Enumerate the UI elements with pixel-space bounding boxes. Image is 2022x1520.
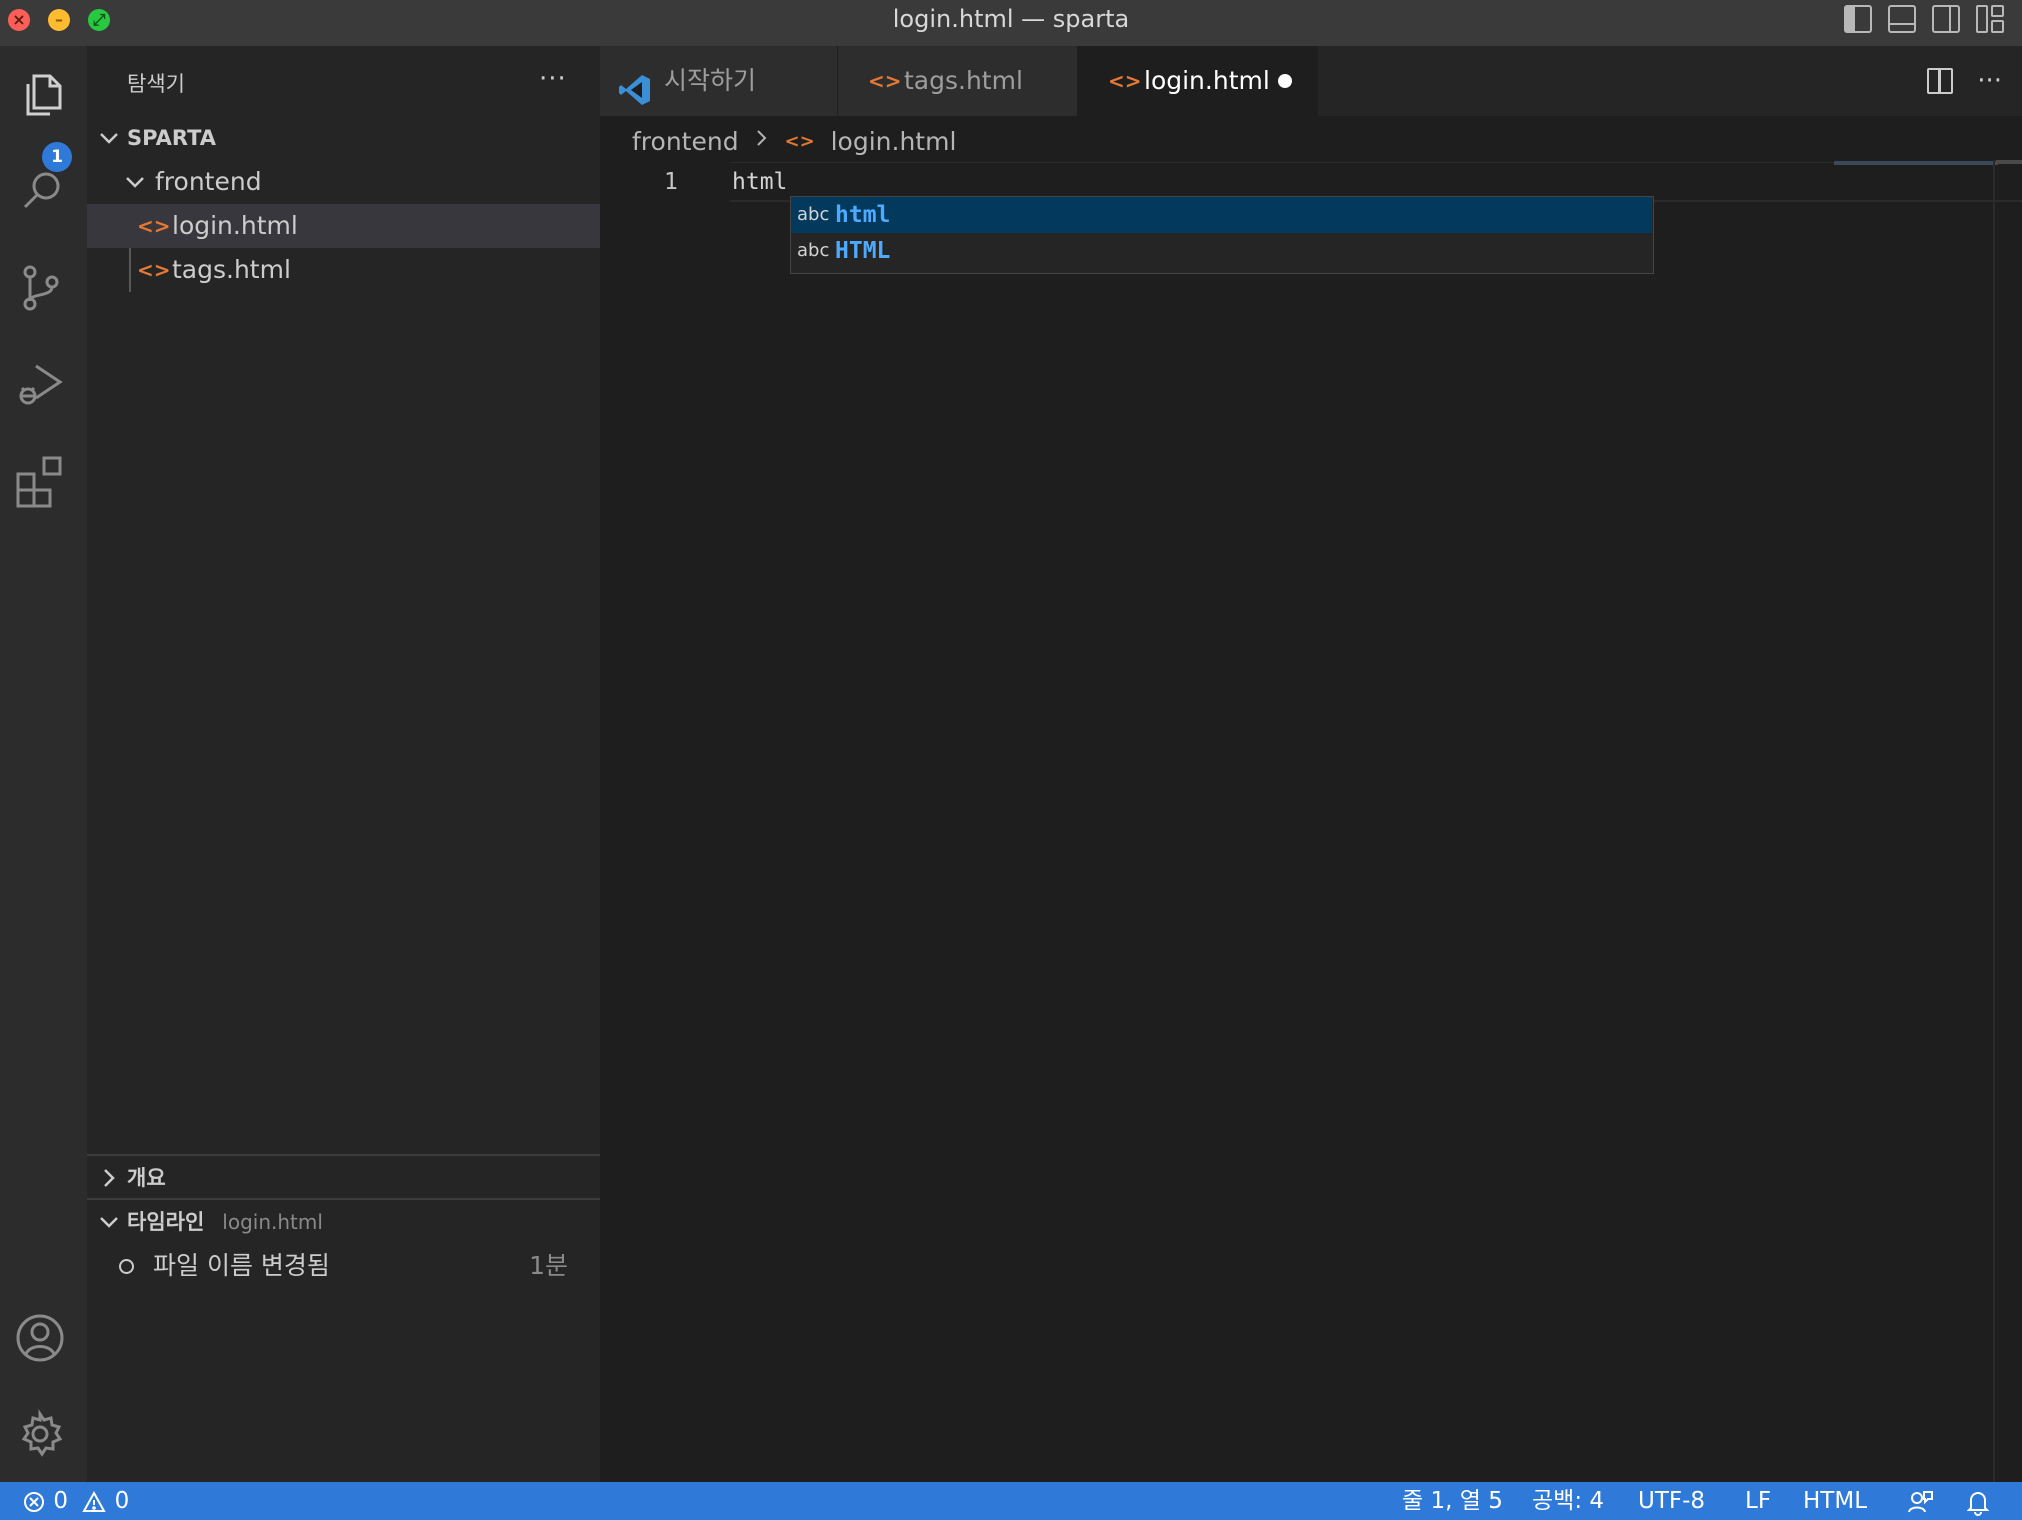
run-debug-icon[interactable] (14, 356, 70, 412)
file-row-login[interactable]: <> login.html (87, 204, 600, 248)
indentation-status[interactable]: 공백: 4 (1532, 1482, 1604, 1520)
file-name: login.html (172, 211, 298, 240)
outline-section-header[interactable]: 개요 (87, 1154, 600, 1198)
search-icon[interactable] (14, 164, 70, 220)
chevron-down-icon (123, 160, 147, 204)
error-count: 0 (53, 1488, 68, 1514)
tab-getting-started[interactable]: 시작하기 (600, 46, 838, 116)
breadcrumb-file[interactable]: login.html (831, 125, 957, 159)
toggle-panel-icon[interactable] (1888, 5, 1916, 33)
suggestion-item[interactable]: abc html (791, 197, 1652, 233)
explorer-sidebar: 탐색기 ··· SPARTA frontend <> login.html <>… (87, 46, 600, 1482)
tab-tags-html[interactable]: <> tags.html (838, 46, 1078, 116)
html-file-icon: <> (784, 131, 815, 152)
html-file-icon: <> (1108, 69, 1142, 93)
circle-icon (119, 1259, 134, 1274)
cursor-position[interactable]: 줄 1, 열 5 (1402, 1482, 1503, 1520)
editor-more-actions-button[interactable]: ··· (1977, 66, 2002, 96)
explorer-icon[interactable] (14, 66, 70, 122)
folder-name: frontend (155, 167, 262, 196)
status-bar: 0 0 줄 1, 열 5 공백: 4 UTF-8 LF HTML (0, 1482, 2022, 1520)
file-name: tags.html (172, 255, 291, 284)
error-icon (24, 1491, 44, 1512)
suggestion-label: html (835, 202, 891, 228)
breadcrumb: frontend <> login.html (632, 124, 956, 158)
toggle-secondary-sidebar-icon[interactable] (1932, 5, 1960, 33)
workspace-root-row[interactable]: SPARTA (87, 116, 600, 160)
html-file-icon: <> (137, 258, 171, 282)
title-bar: × – ⤢ login.html — sparta (0, 0, 2022, 46)
text-kind-icon: abc (797, 204, 830, 225)
vertical-scrollbar-thumb[interactable] (1996, 160, 2022, 164)
notifications-bell-icon[interactable] (1964, 1482, 1992, 1520)
tab-label: tags.html (904, 66, 1023, 95)
activity-bar: 1 (0, 46, 87, 1482)
chevron-down-icon (97, 116, 121, 160)
tab-label: 시작하기 (664, 66, 757, 95)
timeline-file: login.html (222, 1210, 323, 1234)
outline-label: 개요 (127, 1166, 166, 1190)
breadcrumb-folder[interactable]: frontend (632, 125, 739, 159)
folder-row-frontend[interactable]: frontend (87, 160, 600, 204)
suggest-widget: abc html abc HTML (790, 196, 1654, 274)
chevron-down-icon (97, 1200, 121, 1244)
sidebar-more-actions-button[interactable]: ··· (539, 64, 567, 94)
line-number: 1 (664, 169, 678, 195)
timeline-entry-time: 1분 (529, 1251, 568, 1280)
customize-layout-icon[interactable] (1976, 5, 2004, 33)
timeline-section-header[interactable]: 타임라인 login.html (87, 1198, 600, 1242)
split-editor-icon[interactable] (1927, 68, 1954, 94)
minimap-viewport[interactable] (1834, 161, 1998, 165)
source-control-icon[interactable] (14, 260, 70, 316)
timeline-label: 타임라인 (127, 1210, 205, 1234)
vertical-scrollbar-track[interactable] (1993, 160, 1995, 1482)
account-icon[interactable] (14, 1310, 70, 1366)
layout-controls (1844, 5, 2004, 33)
warning-count: 0 (114, 1488, 130, 1514)
sidebar-title: 탐색기 (127, 72, 185, 96)
workspace-name: SPARTA (127, 126, 217, 150)
settings-gear-icon[interactable] (14, 1406, 70, 1462)
file-row-tags[interactable]: <> tags.html (87, 248, 600, 292)
tab-label: login.html (1144, 66, 1270, 95)
tab-login-html[interactable]: <> login.html (1078, 46, 1318, 116)
editor-area: 시작하기 <> tags.html <> login.html ··· fron… (600, 46, 2022, 1482)
eol-status[interactable]: LF (1745, 1482, 1771, 1520)
editor-actions: ··· (1927, 66, 2002, 96)
suggestion-item[interactable]: abc HTML (791, 233, 1652, 269)
tab-bar: 시작하기 <> tags.html <> login.html ··· (600, 46, 2022, 116)
toggle-primary-sidebar-icon[interactable] (1844, 5, 1872, 33)
suggestion-label: HTML (835, 238, 891, 264)
encoding-status[interactable]: UTF-8 (1638, 1482, 1705, 1520)
language-mode-status[interactable]: HTML (1803, 1482, 1867, 1520)
text-kind-icon: abc (797, 240, 830, 261)
html-file-icon: <> (137, 214, 171, 238)
timeline-entry[interactable]: 파일 이름 변경됨 1분 (87, 1244, 600, 1288)
extensions-icon[interactable] (14, 452, 70, 508)
chevron-right-icon (755, 125, 769, 159)
problems-status[interactable]: 0 0 (22, 1482, 129, 1520)
warning-icon (82, 1490, 106, 1512)
vscode-logo-icon (618, 64, 652, 105)
window-title: login.html — sparta (892, 5, 1130, 33)
timeline-entry-label: 파일 이름 변경됨 (153, 1251, 330, 1280)
html-file-icon: <> (868, 69, 902, 93)
feedback-icon[interactable] (1906, 1482, 1934, 1520)
code-line[interactable]: html (732, 162, 787, 202)
unsaved-dot-icon[interactable] (1278, 74, 1292, 88)
chevron-right-icon (97, 1156, 121, 1200)
